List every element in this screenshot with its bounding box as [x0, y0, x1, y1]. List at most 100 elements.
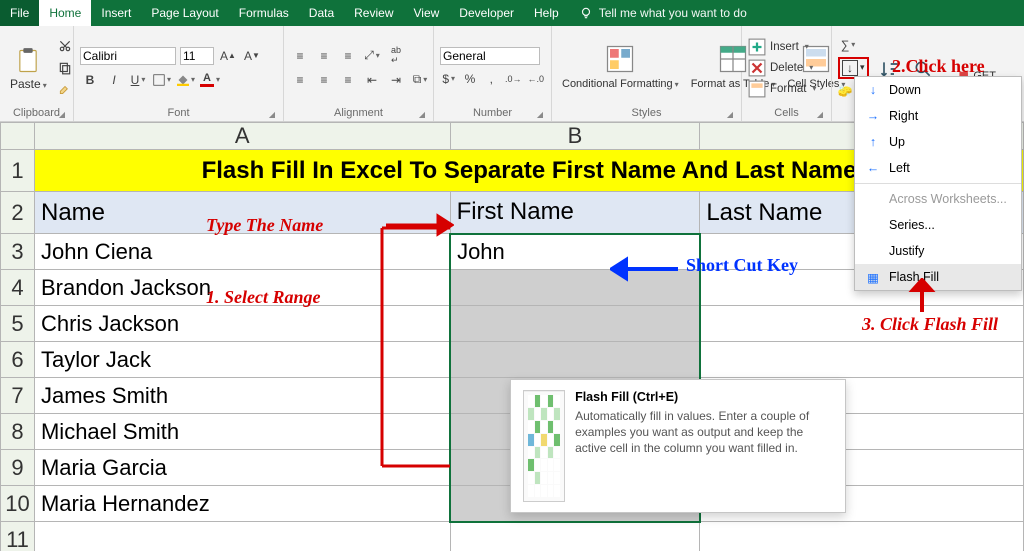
conditional-formatting-button[interactable]: Conditional Formatting: [558, 42, 683, 92]
group-label-styles: Styles: [558, 105, 735, 121]
group-cells: Insert Delete Format Cells: [742, 26, 832, 121]
group-number: $ % , .0→ ←.0 Number: [434, 26, 552, 121]
decrease-font-button[interactable]: A▼: [242, 46, 262, 66]
arrow-down-icon: ↓: [865, 82, 881, 98]
insert-icon: [748, 38, 766, 56]
paintbrush-icon: [58, 83, 72, 97]
copy-button[interactable]: [55, 58, 75, 78]
percent-button[interactable]: %: [461, 69, 478, 89]
cell-a10[interactable]: Maria Hernandez: [34, 486, 450, 522]
fill-up-item[interactable]: ↑Up: [855, 129, 1021, 155]
conditional-formatting-icon: [605, 44, 635, 74]
row-header-11[interactable]: 11: [1, 522, 35, 551]
row-header[interactable]: 5: [1, 306, 35, 342]
delete-cells-button[interactable]: Delete: [748, 58, 816, 78]
group-font: A▲ A▼ B I U A Font: [74, 26, 284, 121]
cell-c6[interactable]: [700, 342, 1024, 378]
row-header[interactable]: 7: [1, 378, 35, 414]
align-right-button[interactable]: ≡: [338, 70, 358, 90]
conditional-formatting-label: Conditional Formatting: [562, 78, 679, 90]
tell-me-text: Tell me what you want to do: [599, 6, 747, 20]
group-label-clipboard: Clipboard: [6, 105, 67, 121]
increase-decimal-button[interactable]: .0→: [504, 69, 523, 89]
fill-dropdown-menu: ↓Down →Right ↑Up ←Left Across Worksheets…: [854, 76, 1022, 291]
annotation-arrow-left-icon: [610, 255, 680, 283]
tab-page-layout[interactable]: Page Layout: [141, 0, 228, 26]
comma-button[interactable]: ,: [483, 69, 500, 89]
cut-button[interactable]: [55, 36, 75, 56]
format-painter-button[interactable]: [55, 80, 75, 100]
row-header[interactable]: 6: [1, 342, 35, 378]
format-cells-button[interactable]: Format: [748, 79, 816, 99]
row-header[interactable]: 10: [1, 486, 35, 522]
align-middle-button[interactable]: ≡: [314, 46, 334, 66]
tab-review[interactable]: Review: [344, 0, 403, 26]
group-label-alignment: Alignment: [290, 105, 427, 121]
fill-series-item[interactable]: Series...: [855, 212, 1021, 238]
arrow-right-icon: →: [865, 108, 881, 124]
tab-formulas[interactable]: Formulas: [229, 0, 299, 26]
ribbon-tabs: File Home Insert Page Layout Formulas Da…: [0, 0, 1024, 26]
autosum-button[interactable]: ∑: [838, 35, 858, 55]
group-styles: Conditional Formatting Format as Table C…: [552, 26, 742, 121]
decrease-decimal-button[interactable]: ←.0: [527, 69, 546, 89]
cell-b6[interactable]: [450, 342, 700, 378]
orientation-button[interactable]: ⤢: [362, 46, 382, 66]
paste-button[interactable]: Paste: [6, 43, 51, 93]
row-header-2[interactable]: 2: [1, 192, 35, 234]
row-header[interactable]: 9: [1, 450, 35, 486]
align-center-button[interactable]: ≡: [314, 70, 334, 90]
row-header[interactable]: 3: [1, 234, 35, 270]
tab-view[interactable]: View: [404, 0, 450, 26]
font-size-input[interactable]: [180, 47, 214, 65]
align-bottom-button[interactable]: ≡: [338, 46, 358, 66]
align-top-button[interactable]: ≡: [290, 46, 310, 66]
merge-center-button[interactable]: ⧉: [410, 70, 430, 90]
annotation-click-flash-fill: 3. Click Flash Fill: [862, 314, 1002, 336]
fill-right-item[interactable]: →Right: [855, 103, 1021, 129]
tab-help[interactable]: Help: [524, 0, 569, 26]
row-header[interactable]: 4: [1, 270, 35, 306]
tab-insert[interactable]: Insert: [91, 0, 141, 26]
annotation-arrow-right-icon: [384, 208, 454, 242]
font-color-button[interactable]: A: [200, 70, 220, 90]
tab-home[interactable]: Home: [39, 0, 91, 26]
italic-button[interactable]: I: [104, 70, 124, 90]
fill-left-item[interactable]: ←Left: [855, 155, 1021, 181]
annotation-select-range: 1. Select Range: [206, 287, 321, 308]
delete-icon: [748, 59, 766, 77]
increase-font-button[interactable]: A▲: [218, 46, 238, 66]
insert-cells-button[interactable]: Insert: [748, 37, 816, 57]
row-header-1[interactable]: 1: [1, 150, 35, 192]
fill-down-icon: ↓: [842, 60, 858, 76]
row-header[interactable]: 8: [1, 414, 35, 450]
decrease-indent-button[interactable]: ⇤: [362, 70, 382, 90]
fill-flash-fill-item[interactable]: ▦Flash Fill: [855, 264, 1021, 290]
font-name-input[interactable]: [80, 47, 176, 65]
cell-b5[interactable]: [450, 306, 700, 342]
tooltip-title: Flash Fill (Ctrl+E): [575, 390, 833, 404]
accounting-button[interactable]: $: [440, 69, 457, 89]
tab-data[interactable]: Data: [299, 0, 344, 26]
tab-developer[interactable]: Developer: [449, 0, 524, 26]
fill-justify-item[interactable]: Justify: [855, 238, 1021, 264]
tell-me-search[interactable]: Tell me what you want to do: [569, 0, 747, 26]
header-first[interactable]: First Name: [450, 192, 700, 234]
fill-color-button[interactable]: [176, 70, 196, 90]
wrap-text-button[interactable]: ab↵: [386, 46, 406, 66]
bold-button[interactable]: B: [80, 70, 100, 90]
underline-button[interactable]: U: [128, 70, 148, 90]
number-format-select[interactable]: [440, 47, 540, 65]
increase-indent-button[interactable]: ⇥: [386, 70, 406, 90]
annotation-click-here: 2.Click here: [892, 56, 985, 77]
flash-fill-tooltip: Flash Fill (Ctrl+E) Automatically fill i…: [510, 379, 846, 513]
tooltip-preview-icon: [523, 390, 565, 502]
bucket-icon: [177, 73, 189, 87]
lightbulb-icon: [579, 6, 593, 20]
fill-down-item[interactable]: ↓Down: [855, 77, 1021, 103]
copy-icon: [58, 61, 72, 75]
borders-button[interactable]: [152, 70, 172, 90]
align-left-button[interactable]: ≡: [290, 70, 310, 90]
group-label-cells: Cells: [748, 105, 825, 121]
tab-file[interactable]: File: [0, 0, 39, 26]
